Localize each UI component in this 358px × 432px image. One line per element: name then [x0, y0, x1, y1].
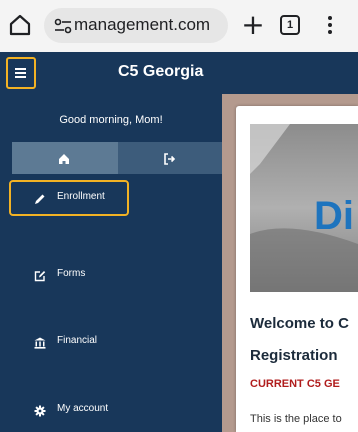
home-icon[interactable] [8, 13, 32, 37]
main-content: Di Welcome to C Registration CURRENT C5 … [222, 94, 358, 432]
app-header: C5 Georgia [0, 52, 358, 94]
url-text: management.com [74, 15, 211, 34]
more-options-icon[interactable] [318, 13, 342, 37]
page-title: C5 Georgia [118, 63, 204, 80]
sidebar-item-label: Forms [57, 268, 86, 279]
sidebar-item-label: Financial [57, 335, 98, 346]
highlight-annotation [9, 180, 129, 216]
tab-switcher-icon[interactable]: 1 [280, 15, 300, 35]
address-bar[interactable]: management.com [44, 8, 228, 43]
greeting-text: Good morning, Mom! [59, 114, 163, 126]
hero-text: Di [314, 194, 354, 238]
bank-icon [34, 336, 46, 349]
new-tab-icon[interactable]: + [238, 10, 268, 40]
sidebar: Good morning, Mom! Enrollment Forms Fina… [0, 94, 222, 432]
home-icon [58, 152, 70, 164]
intro-text: This is the place to [250, 413, 342, 425]
welcome-card: Di Welcome to C Registration CURRENT C5 … [236, 106, 358, 432]
sign-out-icon [164, 152, 176, 165]
current-heading: CURRENT C5 GE [250, 378, 340, 390]
browser-toolbar: management.com + 1 [0, 0, 358, 52]
sidebar-signout-button[interactable] [118, 142, 222, 174]
sidebar-item-financial[interactable]: Financial [0, 324, 222, 360]
sidebar-item-forms[interactable]: Forms [0, 257, 222, 293]
gear-icon [34, 404, 46, 417]
welcome-heading: Welcome to C Registration [250, 308, 349, 372]
sidebar-home-button[interactable] [12, 142, 118, 174]
hamburger-icon[interactable] [6, 57, 36, 89]
welcome-line: Registration [250, 347, 338, 364]
hero-image: Di [250, 124, 358, 292]
edit-form-icon [34, 269, 46, 282]
sidebar-item-label: My account [57, 403, 109, 414]
site-settings-icon[interactable] [54, 18, 72, 34]
sidebar-item-my-account[interactable]: My account [0, 392, 222, 428]
welcome-line: Welcome to C [250, 315, 349, 332]
